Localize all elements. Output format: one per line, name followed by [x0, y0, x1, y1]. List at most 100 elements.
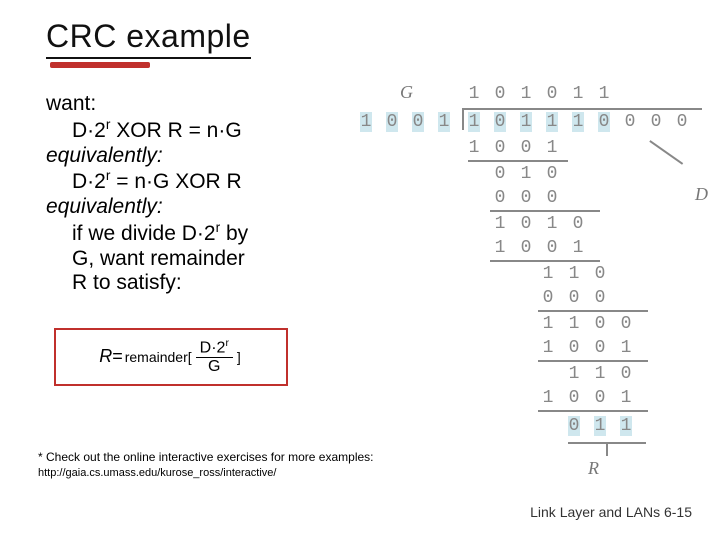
digit: 1: [594, 416, 606, 436]
divisor-row: 1001: [360, 112, 450, 132]
digit: 1: [468, 138, 480, 158]
digit: 0: [494, 112, 506, 132]
digit: 1: [542, 338, 554, 358]
quotient-row: 101011: [468, 84, 610, 104]
want-label: want:: [46, 92, 346, 117]
line5: R to satisfy:: [72, 271, 346, 296]
line3: if we divide D·2r by: [72, 220, 346, 247]
digit: 0: [568, 338, 580, 358]
label-G: G: [400, 82, 413, 103]
eq1-mid: XOR R = n: [110, 119, 218, 142]
slide-title: CRC example: [46, 18, 251, 59]
digit: 1: [520, 84, 532, 104]
f-eq: =: [112, 346, 123, 367]
digit: 1: [468, 84, 480, 104]
remainder-formula: R = remainder[ D·2r G ]: [99, 339, 243, 375]
digit: 0: [676, 112, 688, 132]
footnote-url: http://gaia.cs.umass.edu/kurose_ross/int…: [38, 467, 276, 479]
digit: 0: [494, 138, 506, 158]
title-accent: [50, 62, 150, 68]
digit: 0: [620, 314, 632, 334]
line4: G, want remainder: [72, 247, 346, 272]
digit: 0: [386, 112, 398, 132]
digit: 1: [542, 314, 554, 334]
digit: 0: [546, 84, 558, 104]
eq2-2: 2: [94, 170, 106, 193]
step5-res: 110: [568, 364, 632, 384]
digit: 0: [546, 238, 558, 258]
digit: 1: [520, 112, 532, 132]
digit: 1: [546, 214, 558, 234]
digit: 1: [360, 112, 372, 132]
digit: 1: [620, 388, 632, 408]
step1-res: 010: [494, 164, 558, 184]
digit: 1: [468, 112, 480, 132]
digit: 0: [650, 112, 662, 132]
digit: 0: [624, 112, 636, 132]
eq2-tail: G XOR R: [153, 170, 242, 193]
digit: 1: [594, 364, 606, 384]
division-bar-h: [462, 108, 702, 110]
digit: 1: [568, 264, 580, 284]
digit: 0: [568, 288, 580, 308]
equiv1: equivalently:: [46, 144, 346, 169]
digit: 0: [594, 314, 606, 334]
digit: 0: [494, 164, 506, 184]
digit: 0: [542, 288, 554, 308]
digit: 0: [594, 388, 606, 408]
footnote: * Check out the online interactive exerc…: [38, 450, 378, 481]
equiv2: equivalently:: [46, 195, 346, 220]
dividend-row: 101110000: [468, 112, 688, 132]
digit: 0: [546, 164, 558, 184]
digit: 1: [572, 112, 584, 132]
f-rem: remainder[: [125, 349, 192, 365]
digit: 0: [594, 264, 606, 284]
digit: 0: [520, 238, 532, 258]
rule-4: [538, 310, 648, 312]
slide-number: Link Layer and LANs 6-15: [530, 504, 692, 520]
eq1: D·2r XOR R = n·G: [72, 117, 346, 144]
rule-5: [538, 360, 648, 362]
step5-sub: 1001: [542, 338, 632, 358]
digit: 0: [598, 112, 610, 132]
frac-den: G: [208, 358, 220, 375]
digit: 1: [572, 84, 584, 104]
digit: 1: [542, 388, 554, 408]
frac-num: D·2r: [196, 339, 233, 358]
body-text: want: D·2r XOR R = n·G equivalently: D·2…: [46, 92, 346, 296]
digit: 0: [594, 338, 606, 358]
remainder-row: 011: [568, 416, 632, 436]
digit: 0: [520, 214, 532, 234]
digit: 0: [494, 84, 506, 104]
eq2-D: D: [72, 170, 87, 193]
footnote-text: * Check out the online interactive exerc…: [38, 450, 374, 464]
fn-r: r: [225, 338, 228, 349]
digit: 1: [494, 214, 506, 234]
digit: 0: [568, 388, 580, 408]
eq1-2: 2: [94, 119, 106, 142]
rule-3: [490, 260, 600, 262]
connector-D: [650, 140, 684, 164]
rule-2: [490, 210, 600, 212]
digit: 1: [494, 238, 506, 258]
rem-brace-v: [606, 442, 608, 456]
digit: 1: [572, 238, 584, 258]
digit: 1: [438, 112, 450, 132]
l3b: 2: [204, 222, 216, 245]
rule-6: [538, 410, 648, 412]
digit: 0: [572, 214, 584, 234]
f-close: ]: [237, 349, 241, 365]
digit: 1: [568, 364, 580, 384]
label-R: R: [588, 458, 599, 479]
digit: 0: [594, 288, 606, 308]
step3-sub: 1001: [494, 238, 584, 258]
digit: 0: [568, 416, 580, 436]
f-R: R: [99, 346, 112, 367]
eq2-mid: = n: [110, 170, 146, 193]
l3d: by: [220, 222, 248, 245]
long-division-figure: G D R 101011 1001 101110000 1001 010 000…: [350, 82, 710, 482]
digit: 0: [620, 364, 632, 384]
digit: 0: [412, 112, 424, 132]
division-bar-v: [462, 108, 464, 130]
digit: 1: [546, 138, 558, 158]
